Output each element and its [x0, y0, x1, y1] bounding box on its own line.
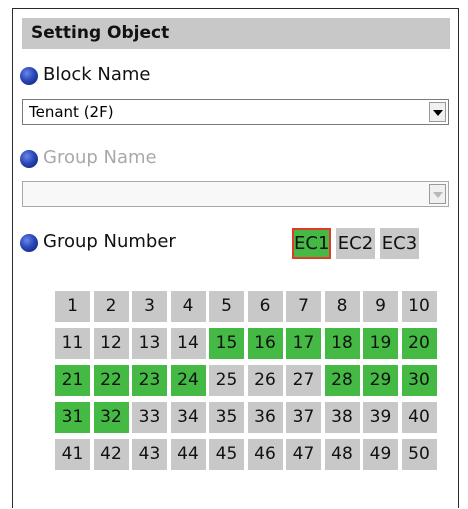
setting-object-panel: Setting Object Block Name Tenant (2F) Gr… [12, 8, 459, 508]
group-number-cell[interactable]: 44 [170, 439, 206, 470]
group-number-cell[interactable]: 48 [324, 439, 360, 470]
group-number-cell[interactable]: 30 [401, 365, 437, 396]
group-number-cell[interactable]: 19 [363, 328, 398, 359]
panel-title: Setting Object [22, 18, 450, 49]
group-number-cell[interactable]: 50 [401, 439, 437, 470]
ec-button-ec3[interactable]: EC3 [380, 228, 419, 259]
group-number-cell[interactable]: 8 [324, 291, 360, 322]
group-number-cell[interactable]: 37 [286, 402, 321, 433]
group-number-cell[interactable]: 38 [324, 402, 360, 433]
group-number-cell[interactable]: 49 [363, 439, 398, 470]
group-number-cell[interactable]: 39 [363, 402, 398, 433]
group-number-cell[interactable]: 13 [132, 328, 167, 359]
group-number-cell[interactable]: 7 [286, 291, 321, 322]
group-number-cell[interactable]: 22 [93, 365, 129, 396]
block-name-select[interactable]: Tenant (2F) [22, 99, 449, 125]
group-number-cell[interactable]: 2 [93, 291, 129, 322]
group-number-cell[interactable]: 17 [286, 328, 321, 359]
group-number-cell[interactable]: 21 [55, 365, 90, 396]
group-number-cell[interactable]: 32 [93, 402, 129, 433]
bullet-icon [20, 150, 38, 168]
group-number-cell[interactable]: 42 [93, 439, 129, 470]
chevron-down-icon[interactable] [429, 184, 446, 204]
group-number-cell[interactable]: 23 [132, 365, 167, 396]
group-number-cell[interactable]: 9 [363, 291, 398, 322]
group-number-cell[interactable]: 1 [55, 291, 90, 322]
group-number-cell[interactable]: 14 [170, 328, 206, 359]
group-number-label: Group Number [43, 231, 176, 252]
group-number-cell[interactable]: 6 [247, 291, 283, 322]
group-number-cell[interactable]: 26 [247, 365, 283, 396]
chevron-down-icon[interactable] [429, 102, 446, 122]
ec-button-ec2[interactable]: EC2 [336, 228, 375, 259]
group-number-cell[interactable]: 16 [247, 328, 283, 359]
group-number-cell[interactable]: 3 [132, 291, 167, 322]
group-name-select[interactable] [22, 181, 449, 207]
group-number-cell[interactable]: 40 [401, 402, 437, 433]
group-number-cell[interactable]: 47 [286, 439, 321, 470]
bullet-icon [20, 234, 38, 252]
group-number-cell[interactable]: 20 [401, 328, 437, 359]
block-name-label: Block Name [43, 64, 151, 85]
group-number-cell[interactable]: 29 [363, 365, 398, 396]
group-number-cell[interactable]: 15 [209, 328, 244, 359]
group-number-cell[interactable]: 41 [55, 439, 90, 470]
group-number-cell[interactable]: 45 [209, 439, 244, 470]
group-name-label: Group Name [43, 147, 157, 168]
group-number-cell[interactable]: 43 [132, 439, 167, 470]
group-number-cell[interactable]: 27 [286, 365, 321, 396]
group-number-cell[interactable]: 11 [55, 328, 90, 359]
group-number-cell[interactable]: 28 [324, 365, 360, 396]
block-name-value: Tenant (2F) [29, 103, 114, 121]
group-number-cell[interactable]: 34 [170, 402, 206, 433]
bullet-icon [20, 67, 38, 85]
group-number-cell[interactable]: 46 [247, 439, 283, 470]
group-number-cell[interactable]: 36 [247, 402, 283, 433]
group-number-cell[interactable]: 33 [132, 402, 167, 433]
ec-button-ec1[interactable]: EC1 [292, 228, 331, 259]
group-number-cell[interactable]: 35 [209, 402, 244, 433]
group-number-cell[interactable]: 31 [55, 402, 90, 433]
group-number-cell[interactable]: 5 [209, 291, 244, 322]
group-number-cell[interactable]: 4 [170, 291, 206, 322]
group-number-cell[interactable]: 25 [209, 365, 244, 396]
group-number-cell[interactable]: 24 [170, 365, 206, 396]
group-number-cell[interactable]: 12 [93, 328, 129, 359]
group-number-cell[interactable]: 10 [401, 291, 437, 322]
group-number-cell[interactable]: 18 [324, 328, 360, 359]
